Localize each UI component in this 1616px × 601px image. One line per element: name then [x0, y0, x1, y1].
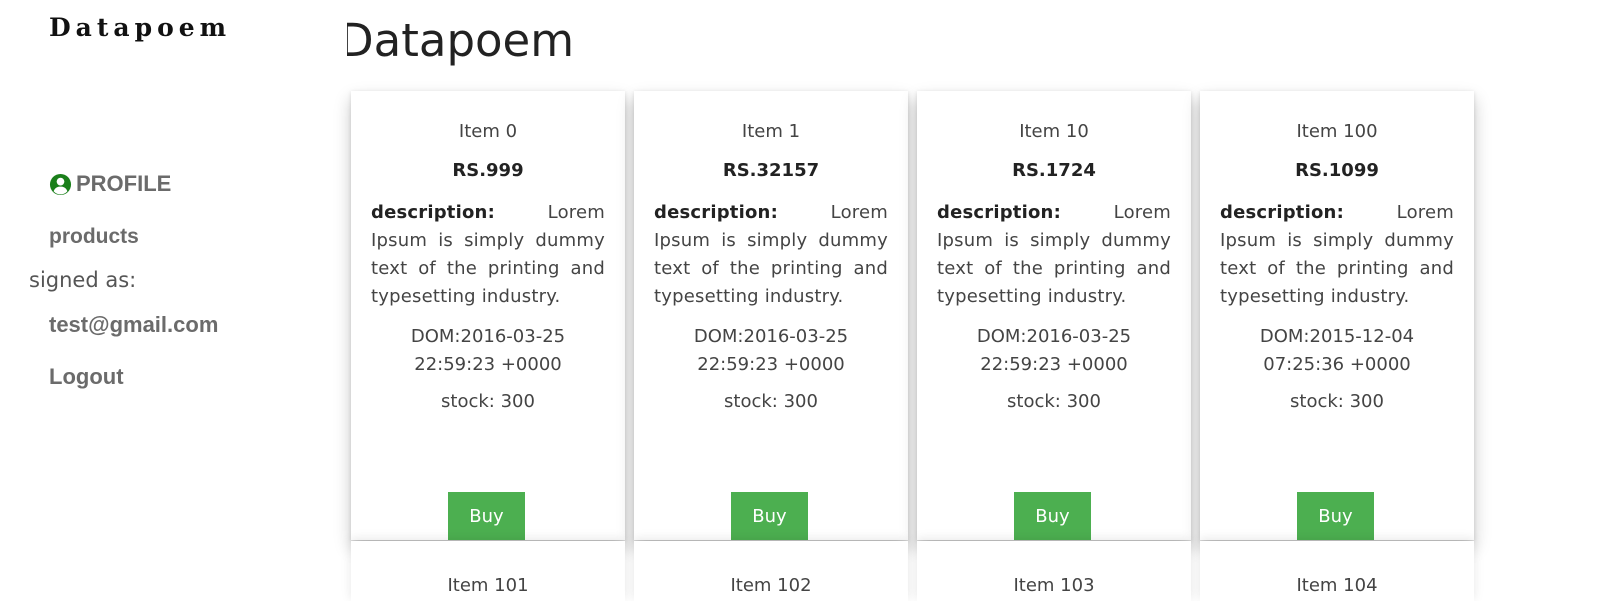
nav-products[interactable]: products [49, 225, 139, 249]
product-description: description: Lorem Ipsum is simply dummy… [371, 199, 605, 311]
product-card: Item 0 RS.999 description: Lorem Ipsum i… [351, 91, 625, 540]
product-dom: DOM:2016-03-25 22:59:23 +0000 [693, 326, 849, 375]
sidebar: Datapoem PROFILE products signed as: tes… [0, 0, 340, 575]
product-dom: DOM:2015-12-04 07:25:36 +0000 [1259, 326, 1415, 375]
description-label: description: [937, 202, 1061, 223]
product-description: description: Lorem Ipsum is simply dummy… [937, 199, 1171, 311]
product-card-partial: Item 101 [351, 541, 625, 601]
user-email: test@gmail.com [49, 312, 219, 337]
buy-button[interactable]: Buy [731, 492, 808, 540]
product-card-partial: Item 102 [634, 541, 908, 601]
product-name: Item 1 [741, 121, 801, 142]
product-stock: stock: 300 [441, 391, 535, 412]
product-name: Item 103 [1013, 575, 1095, 596]
buy-button[interactable]: Buy [448, 492, 525, 540]
product-description: description: Lorem Ipsum is simply dummy… [1220, 199, 1454, 311]
signed-as-label: signed as: [29, 268, 137, 292]
product-dom: DOM:2016-03-25 22:59:23 +0000 [410, 326, 566, 375]
product-name: Item 0 [458, 121, 518, 142]
product-dom: DOM:2016-03-25 22:59:23 +0000 [976, 326, 1132, 375]
user-circle-icon [49, 173, 72, 196]
logout-link[interactable]: Logout [49, 364, 124, 390]
product-name: Item 102 [730, 575, 812, 596]
product-stock: stock: 300 [1007, 391, 1101, 412]
nav-profile[interactable]: PROFILE [49, 171, 171, 197]
product-card: Item 10 RS.1724 description: Lorem Ipsum… [917, 91, 1191, 540]
product-name: Item 104 [1296, 575, 1378, 596]
buy-button[interactable]: Buy [1297, 492, 1374, 540]
product-price: RS.1724 [1012, 160, 1096, 181]
product-price: RS.999 [452, 160, 524, 181]
description-label: description: [654, 202, 778, 223]
buy-button[interactable]: Buy [1014, 492, 1091, 540]
product-price: RS.1099 [1295, 160, 1379, 181]
product-price: RS.32157 [722, 160, 820, 181]
brand-logo: Datapoem [49, 13, 232, 42]
product-card: Item 100 RS.1099 description: Lorem Ipsu… [1200, 91, 1474, 540]
product-stock: stock: 300 [1290, 391, 1384, 412]
nav-profile-label: PROFILE [76, 171, 172, 196]
product-card-partial: Item 103 [917, 541, 1191, 601]
product-description: description: Lorem Ipsum is simply dummy… [654, 199, 888, 311]
product-stock: stock: 300 [724, 391, 818, 412]
product-card: Item 1 RS.32157 description: Lorem Ipsum… [634, 91, 908, 540]
product-name: Item 10 [1019, 121, 1089, 142]
product-card-partial: Item 104 [1200, 541, 1474, 601]
description-label: description: [371, 202, 495, 223]
description-label: description: [1220, 202, 1344, 223]
product-name: Item 100 [1296, 121, 1378, 142]
product-name: Item 101 [447, 575, 529, 596]
page-title: Datapoem [347, 14, 575, 67]
